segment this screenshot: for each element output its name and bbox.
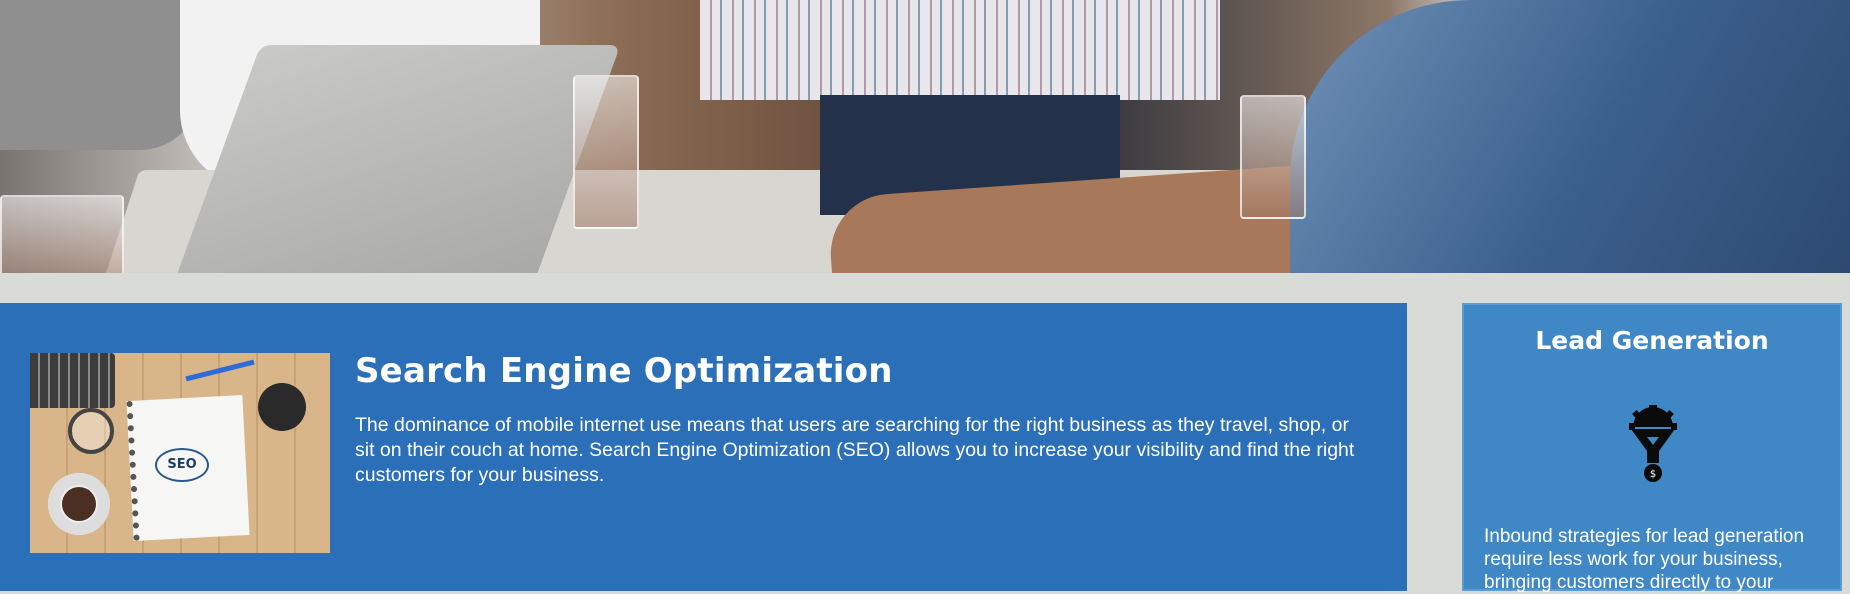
seo-section: SEO Search Engine Optimization The domin… <box>0 303 1407 591</box>
water-glass <box>0 195 124 273</box>
water-glass <box>573 75 639 229</box>
lead-generation-title: Lead Generation <box>1535 326 1769 355</box>
person-denim-shirt <box>1290 0 1850 273</box>
person-striped-shirt <box>700 0 1220 100</box>
lead-funnel-icon: $ <box>1629 405 1677 482</box>
coffee-graphic <box>62 487 96 521</box>
hero-image <box>0 0 1850 273</box>
keyboard-graphic <box>30 353 115 408</box>
seo-title: Search Engine Optimization <box>355 351 893 391</box>
pen-graphic <box>185 359 255 382</box>
water-glass <box>1240 95 1306 219</box>
pen-holder-graphic <box>258 383 306 431</box>
lead-generation-section: Lead Generation $ Inbound strategies for… <box>1462 303 1842 593</box>
magnifier-graphic <box>68 408 114 454</box>
seo-bubble-text: SEO <box>155 448 209 482</box>
seo-description: The dominance of mobile internet use mea… <box>355 414 1355 486</box>
svg-text:$: $ <box>1650 469 1656 480</box>
lead-generation-description: Inbound strategies for lead generation r… <box>1484 526 1805 593</box>
seo-image: SEO <box>30 353 330 553</box>
person-left <box>0 0 200 150</box>
